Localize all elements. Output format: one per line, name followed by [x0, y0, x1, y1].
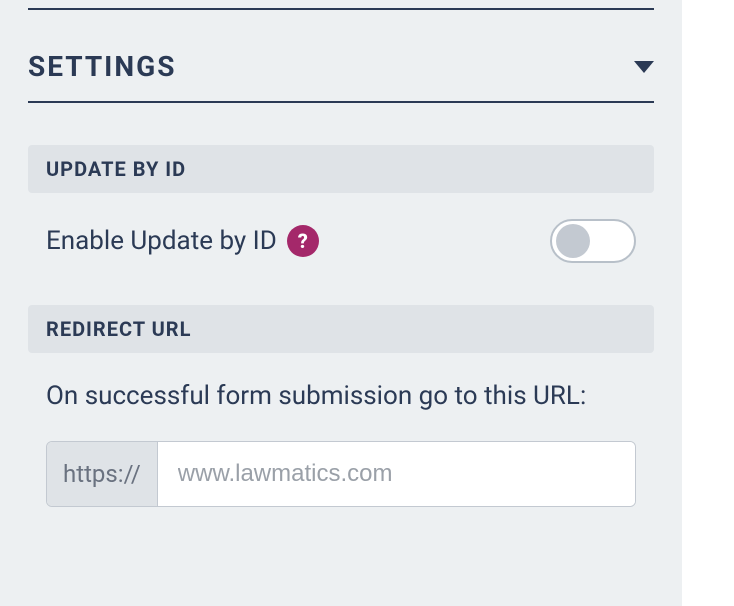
help-icon[interactable]: ? [287, 225, 319, 257]
redirect-url-input-group: https:// [46, 441, 636, 507]
redirect-url-input[interactable] [158, 442, 635, 506]
settings-panel: SETTINGS UPDATE BY ID Enable Update by I… [0, 0, 682, 606]
redirect-url-section: REDIRECT URL On successful form submissi… [28, 305, 654, 507]
update-by-id-section: UPDATE BY ID Enable Update by ID ? [28, 145, 654, 263]
update-by-id-section-title: UPDATE BY ID [28, 145, 654, 193]
settings-accordion-header[interactable]: SETTINGS [28, 50, 654, 103]
caret-down-icon [634, 61, 654, 73]
url-scheme-prefix: https:// [47, 442, 158, 506]
toggle-knob [556, 224, 590, 258]
settings-title: SETTINGS [28, 50, 176, 83]
enable-update-by-id-row: Enable Update by ID ? [28, 193, 654, 263]
divider [28, 8, 654, 10]
redirect-url-description: On successful form submission go to this… [28, 381, 654, 411]
enable-update-by-id-toggle[interactable] [550, 219, 636, 263]
enable-update-by-id-label-group: Enable Update by ID ? [46, 225, 319, 257]
enable-update-by-id-label: Enable Update by ID [46, 226, 277, 256]
redirect-url-section-title: REDIRECT URL [28, 305, 654, 353]
